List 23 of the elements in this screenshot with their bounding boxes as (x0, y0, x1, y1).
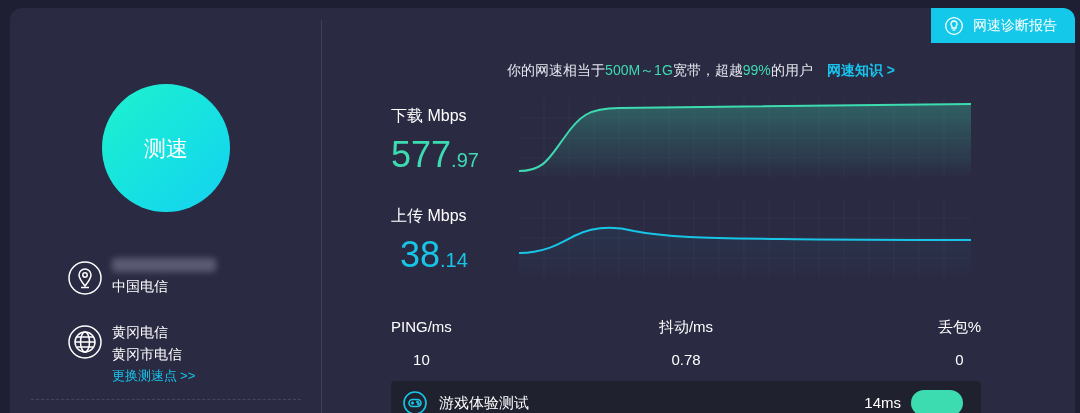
speed-value: 38.14 (399, 233, 469, 277)
stat-value: 0.78 (671, 349, 701, 370)
speed-label: 上传 Mbps (391, 206, 468, 226)
globe-icon (67, 325, 102, 359)
speed-value: 577.97 (391, 133, 480, 177)
stat-label: 丢包% (937, 317, 981, 337)
speed-knowledge-link[interactable]: 网速知识 > (826, 59, 895, 81)
pill-button[interactable] (911, 390, 963, 413)
stat-value: 0 (955, 349, 964, 370)
lightbulb-icon (945, 16, 963, 35)
speed-summary: 你的网速相当于500M～1G宽带，超越99%的用户 (507, 60, 813, 80)
location-pin-icon (67, 260, 102, 295)
isp-name: 中国电信 (111, 277, 169, 296)
game-latency: 14ms (864, 392, 901, 413)
game-test-label: 游戏体验测试 (439, 392, 529, 413)
server-name: 黄冈电信 (111, 323, 169, 342)
stat-label: 抖动/ms (658, 317, 714, 337)
stat-value: 10 (413, 349, 430, 370)
speed-label: 下载 Mbps (391, 106, 468, 126)
change-server-link[interactable]: 更换测速点 >> (111, 365, 196, 387)
server-location: 黄冈市电信 (111, 345, 183, 364)
gamepad-icon (403, 391, 427, 413)
stat-label: PING/ms (391, 317, 452, 337)
